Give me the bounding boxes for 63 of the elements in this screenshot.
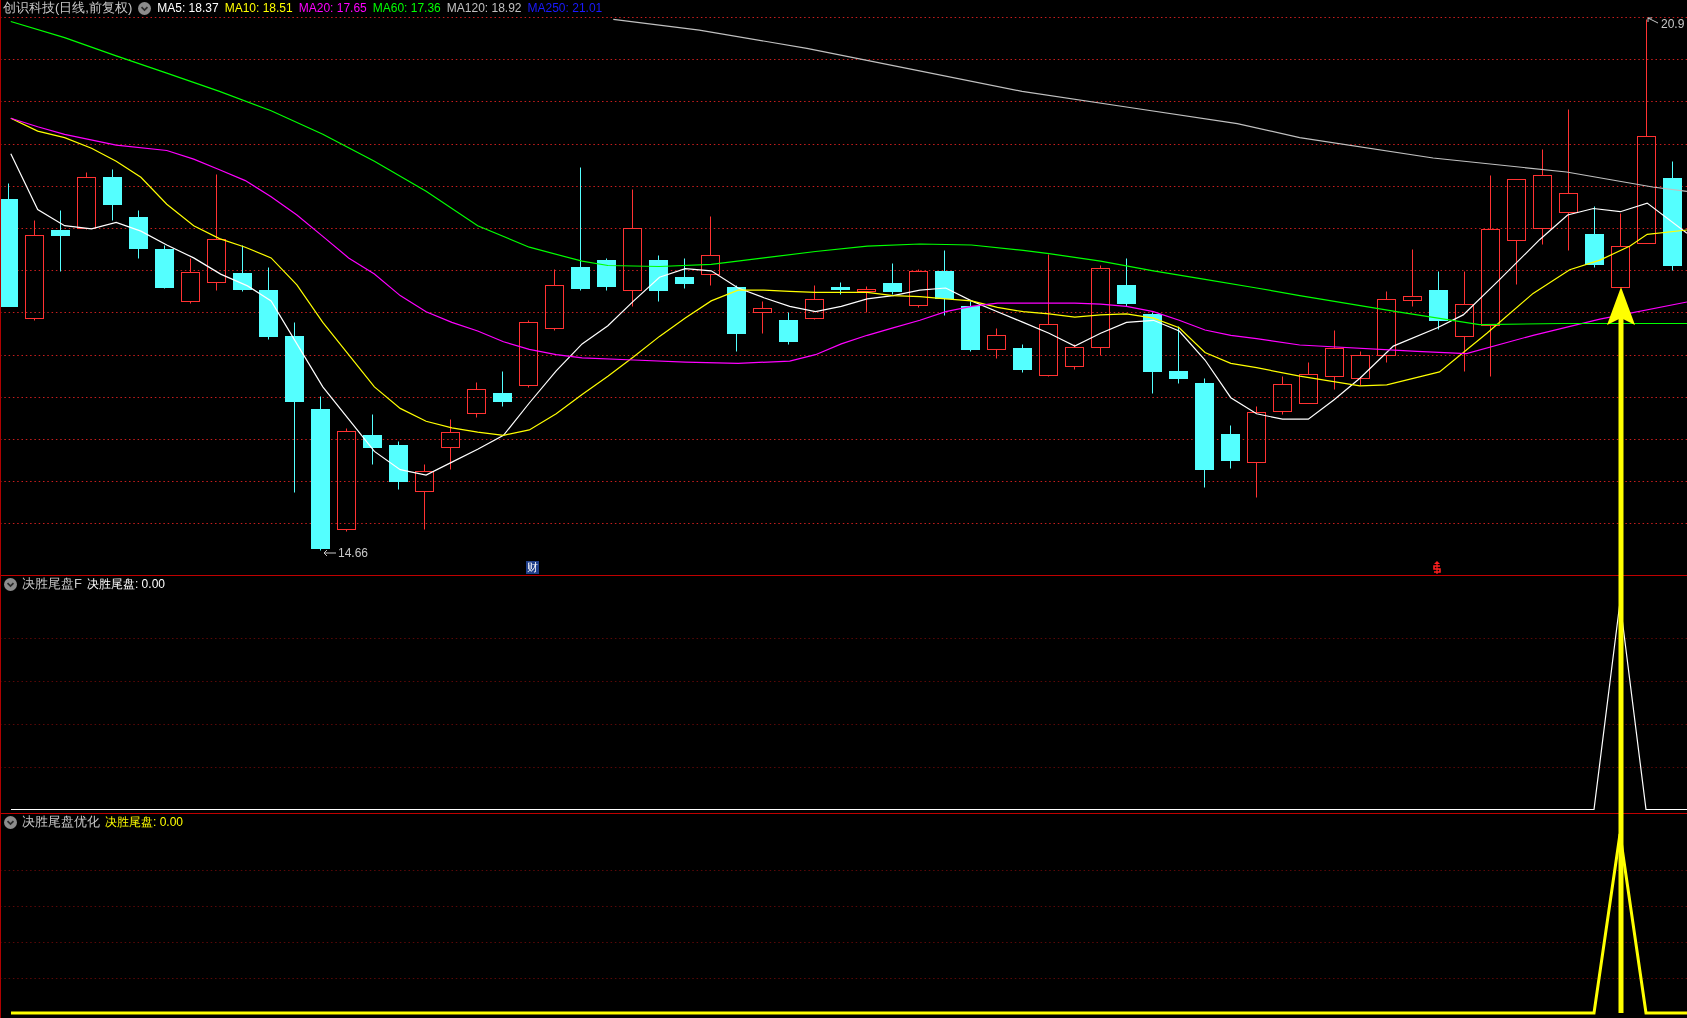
- candlestick: [545, 269, 564, 331]
- candlestick: [857, 286, 876, 313]
- indicator-value: MA250: 21.01: [527, 0, 603, 16]
- candlestick: [649, 255, 668, 302]
- candlestick: [909, 269, 928, 308]
- indicator-value: 决胜尾盘: 0.00: [105, 814, 184, 830]
- candlestick: [597, 258, 616, 291]
- dollar-icon: [1433, 561, 1441, 574]
- candlestick: [1429, 271, 1448, 330]
- indicator-value: MA20: 17.65: [298, 0, 367, 16]
- candlestick: [805, 285, 824, 320]
- candlestick: [961, 301, 980, 352]
- candlestick: [701, 216, 720, 286]
- indicator-value: 决胜尾盘: 0.00: [86, 576, 165, 592]
- indicator-name: 决胜尾盘优化: [22, 814, 100, 830]
- candlestick: [389, 441, 408, 490]
- price-label: 20.9: [1661, 17, 1685, 31]
- indicator-value: MA5: 18.37: [157, 0, 219, 16]
- candlestick: [441, 419, 460, 470]
- candlestick: [935, 250, 954, 316]
- indicator-name: 决胜尾盘F: [22, 576, 82, 592]
- candlestick: [181, 258, 200, 304]
- candlestick: [675, 258, 694, 289]
- candlestick: [1117, 258, 1136, 307]
- candlestick: [1299, 362, 1318, 404]
- candlestick: [233, 245, 252, 292]
- candlestick: [727, 285, 746, 352]
- chart-title: 创识科技(日线,前复权): [3, 0, 133, 16]
- candlestick: [1377, 291, 1396, 363]
- candlestick: [415, 464, 434, 530]
- candlestick: [987, 328, 1006, 359]
- indicator-value: MA10: 18.51: [224, 0, 293, 16]
- chevron-down-icon[interactable]: [4, 577, 17, 591]
- indicator-value: MA60: 17.36: [372, 0, 441, 16]
- candlestick: [1221, 425, 1240, 469]
- candlestick: [129, 210, 148, 259]
- arrow-icon: [1647, 17, 1659, 25]
- chevron-down-icon[interactable]: [138, 1, 152, 15]
- left-arrow-icon: [323, 549, 337, 557]
- candlestick: [493, 371, 512, 407]
- candlestick: [1273, 376, 1292, 415]
- candlestick: [1325, 330, 1344, 390]
- candlestick: [155, 245, 174, 289]
- candlestick: [1403, 249, 1422, 307]
- indicator-value: MA120: 18.92: [446, 0, 522, 16]
- candlestick: [103, 169, 122, 221]
- chevron-down-icon[interactable]: [4, 815, 17, 829]
- candlestick: [883, 263, 902, 295]
- candlestick: [467, 382, 486, 418]
- candlestick: [1013, 344, 1032, 373]
- candlestick: [779, 312, 798, 345]
- candlestick: [1585, 206, 1604, 268]
- candlestick: [831, 282, 850, 295]
- finance-marker: 财: [526, 561, 539, 574]
- price-label: 14.66: [338, 546, 369, 560]
- candlestick: [1169, 326, 1188, 384]
- candlestick: [51, 210, 70, 272]
- candlestick: [519, 320, 538, 388]
- candlestick: [1065, 344, 1084, 370]
- candlestick: [363, 414, 382, 465]
- candlestick: [1351, 351, 1370, 386]
- candlestick: [753, 301, 772, 334]
- candlestick: [77, 172, 96, 230]
